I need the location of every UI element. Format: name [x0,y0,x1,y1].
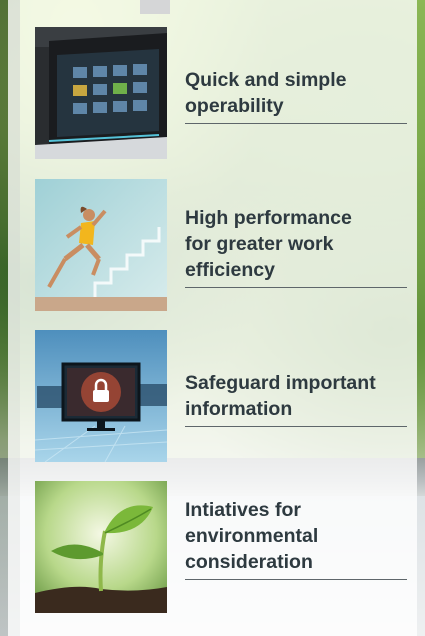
feature-title[interactable]: High performance for greater work effici… [185,205,407,288]
feature-title[interactable]: Quick and simple operability [185,67,407,124]
feature-item-operability[interactable]: Quick and simple operability [35,27,407,159]
feature-item-performance[interactable]: High performance for greater work effici… [35,179,407,311]
feature-title[interactable]: Intiatives for environmental considerati… [185,497,407,580]
feature-title[interactable]: Safeguard important information [185,370,407,427]
feature-item-environment[interactable]: Intiatives for environmental considerati… [35,481,407,613]
printer-control-panel-image [35,27,167,159]
running-woman-image [35,179,167,311]
plant-sprout-image [35,481,167,613]
feature-item-security[interactable]: Safeguard important information [35,330,407,462]
feature-panel: Quick and simple operability High perfor… [8,0,417,636]
security-lock-monitor-image [35,330,167,462]
